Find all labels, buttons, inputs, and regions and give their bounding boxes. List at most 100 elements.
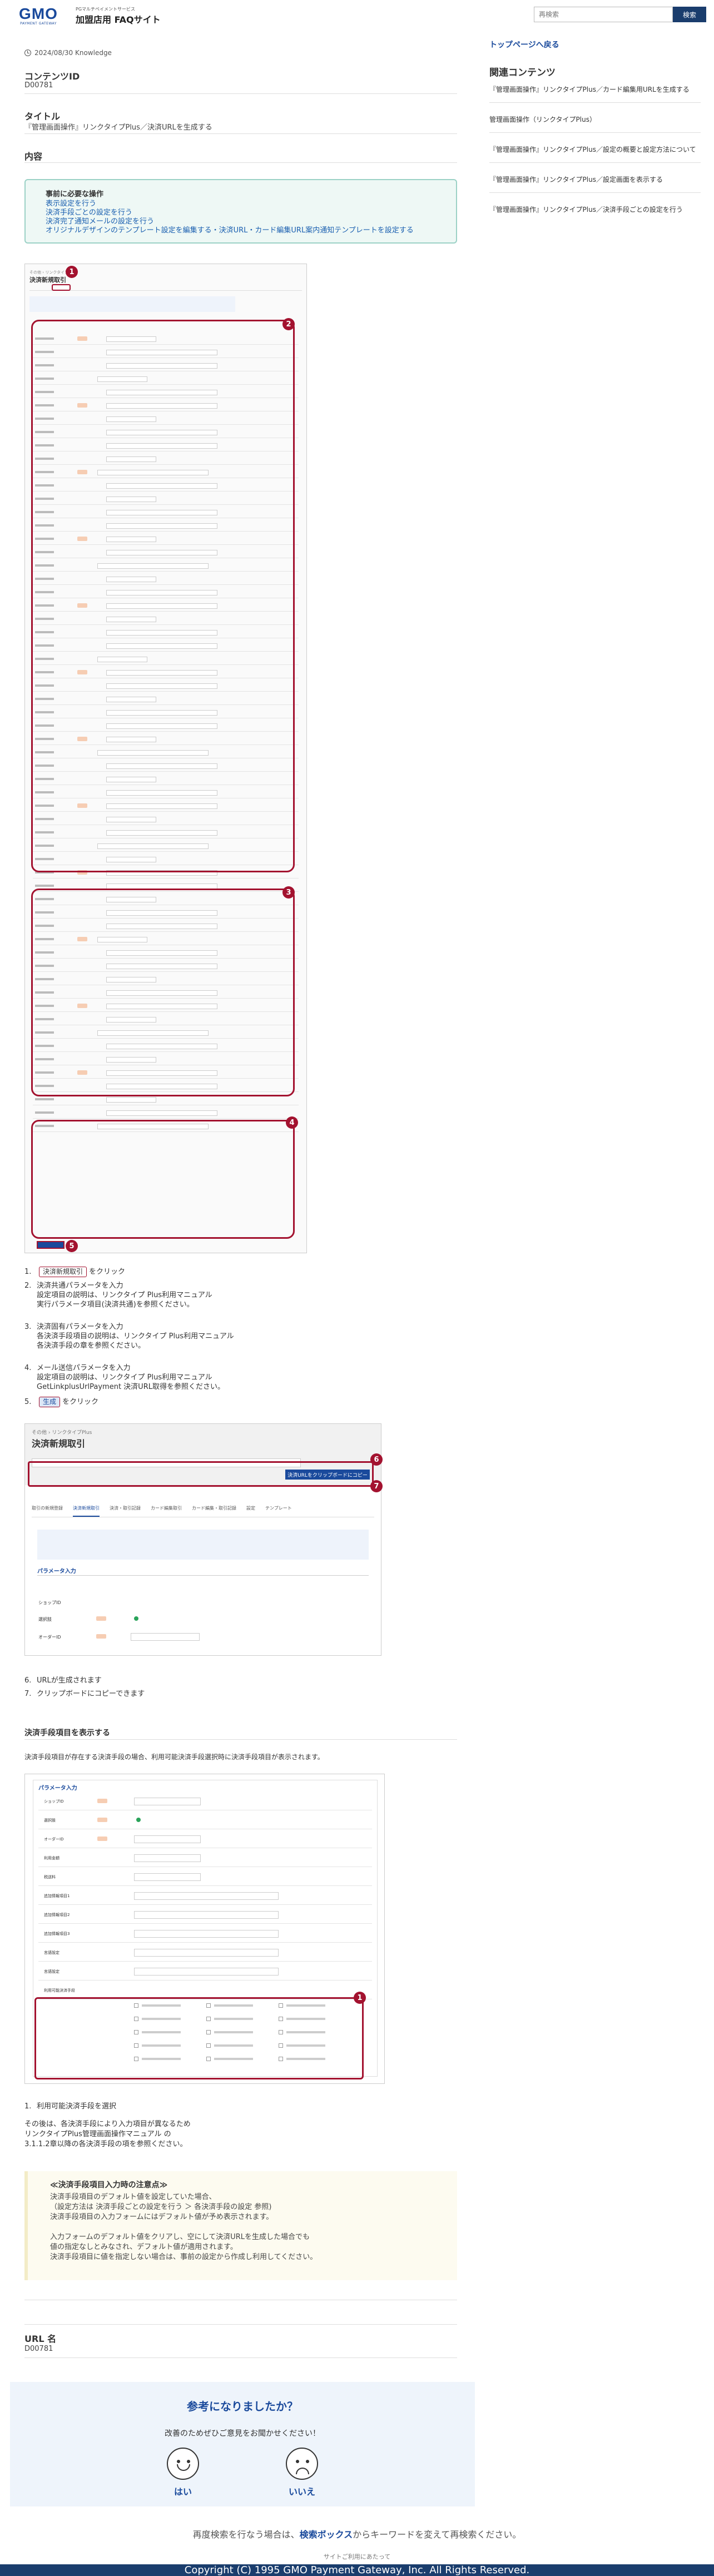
shot-row-label: 追加情報項目1 (44, 1894, 70, 1898)
form-row-line (33, 1118, 299, 1119)
form-row-line (38, 1923, 372, 1924)
site-usage-link[interactable]: サイトご利用にあたって (0, 2552, 714, 2561)
shot-divider (37, 1575, 369, 1576)
related-link[interactable]: 『管理画面操作』リンクタイプPlus／設定の概要と設定方法について (489, 145, 701, 154)
form-field (134, 1892, 279, 1900)
prerequisite-title: 事前に必要な操作 (46, 190, 104, 198)
toc-link[interactable]: 決済手段ごとの設定を行う (46, 209, 436, 217)
divider (24, 162, 457, 163)
step-4: 4. メール送信パラメータを入力 設定項目の説明は、リンクタイプ Plus利用マニ… (24, 1363, 225, 1392)
step-badge: 5 (66, 1240, 78, 1252)
shot-row-label: 言語設定 (44, 1950, 60, 1955)
url-name-value: D00781 (24, 2345, 53, 2353)
step-select-method: 1. 利用可能決済手段を選択 (24, 2102, 116, 2111)
step-text: 決済固有パラメータを入力 (37, 1323, 123, 1331)
form-label-bar (35, 885, 54, 887)
toc-link[interactable]: 表示設定を行う (46, 200, 436, 209)
shot-row-label: ショップID (44, 1799, 64, 1804)
shot-row-label: 追加情報項目2 (44, 1913, 70, 1917)
step-text: 利用可能決済手段を選択 (37, 2102, 117, 2111)
section-title: 決済手段項目を表示する (24, 1729, 110, 1738)
step-num: 6. (24, 1676, 32, 1685)
feedback-subtitle: 改善のためぜひご意見をお聞かせください！ (165, 2429, 320, 2438)
form-field (134, 1949, 279, 1957)
after-text: リンクタイプPlus管理画面操作マニュアル の (24, 2130, 171, 2138)
back-to-top-link[interactable]: トップページへ戻る (489, 39, 559, 50)
eye (306, 2460, 309, 2463)
caution-note: ≪決済手段項目入力時の注意点≫ 決済手段項目のデフォルト値を設定していた場合、 … (24, 2171, 457, 2280)
eye (187, 2460, 190, 2463)
shot-row-label: オーダーID (38, 1635, 61, 1640)
step-text: をクリック (62, 1398, 99, 1406)
related-link[interactable]: 『管理画面操作』リンクタイプPlus／設定画面を表示する (489, 175, 701, 184)
step-text: 各決済手段の章を参照ください。 (37, 1342, 146, 1350)
shot-section: パラメータ入力 (38, 1785, 77, 1791)
article-date: 2024/08/30 Knowledge (24, 49, 112, 57)
step-badge: 1 (354, 1992, 366, 2004)
related-link[interactable]: 『管理画面操作』リンクタイプPlus／カード編集用URLを生成する (489, 85, 701, 94)
step-text: 実行パラメータ項目(決済共通)を参照ください。 (37, 1301, 194, 1309)
required-tag (96, 1634, 106, 1639)
feedback-no[interactable]: いいえ (280, 2484, 324, 2498)
shot-row-label: 利用金額 (44, 1856, 60, 1860)
form-row-line (38, 1885, 372, 1886)
feedback-yes[interactable]: はい (161, 2484, 205, 2498)
gmo-logo[interactable]: GMO PAYMENT GATEWAY (8, 4, 69, 27)
note-title: ≪決済手段項目入力時の注意点≫ (50, 2181, 168, 2190)
section-desc: 決済手段項目が存在する決済手段の場合、利用可能決済手段選択時に決済手段項目が表示… (24, 1753, 324, 1761)
form-label-bar (35, 1111, 54, 1114)
shot-row-label: 言語設定 (44, 1969, 60, 1974)
retry-prefix: 再度検索を行なう場合は、 (192, 2529, 300, 2540)
related-link[interactable]: 管理画面操作（リンクタイプPlus） (489, 115, 701, 124)
retry-suffix: からキーワードを変えて再検索ください。 (353, 2529, 522, 2540)
form-field (134, 1930, 279, 1938)
retry-bold: 検索ボックス (299, 2529, 353, 2540)
form-row-line (38, 1980, 372, 1981)
divider (24, 1739, 457, 1740)
step-num: 7. (24, 1690, 32, 1698)
step-text: 各決済手段項目の説明は、リンクタイプ Plus利用マニュアル (37, 1332, 234, 1341)
step-text: 決済共通パラメータを入力 (37, 1282, 123, 1290)
form-field (106, 1110, 217, 1116)
logo-mark: GMO (19, 4, 58, 22)
screenshot-url-generated: その他 › リンクタイプPlus 決済新規取引 決済URLをクリップボードにコピ… (24, 1423, 381, 1656)
shot-info (37, 1530, 369, 1560)
toc-link[interactable]: 決済完了通知メールの設定を行う (46, 217, 436, 226)
clock-icon (24, 49, 31, 56)
date-text: 2024/08/30 Knowledge (34, 49, 112, 57)
form-row-line (38, 1961, 372, 1962)
highlight-payment-methods (34, 1997, 364, 2079)
step-3: 3. 決済固有パラメータを入力 各決済手段項目の説明は、リンクタイプ Plus利用… (24, 1322, 234, 1351)
sad-face-icon[interactable] (286, 2448, 318, 2480)
step-badge: 7 (370, 1480, 383, 1492)
search-button[interactable]: 検索 (673, 7, 706, 22)
step-badge: 4 (286, 1116, 298, 1129)
shot-breadcrumb: その他 › リンクタイプPlus (32, 1430, 92, 1436)
eye (177, 2460, 180, 2463)
step-badge: 3 (282, 886, 295, 899)
site-tag: PGマルチペイメントサービス (76, 6, 136, 12)
highlight-common-params (31, 320, 295, 872)
prerequisite-box: 事前に必要な操作 表示設定を行う 決済手段ごとの設定を行う 決済完了通知メールの… (24, 179, 457, 244)
mouth (177, 2464, 190, 2471)
step-7: 7. クリップボードにコピーできます (24, 1689, 145, 1699)
footer: Copyright (C) 1995 GMO Payment Gateway, … (0, 2564, 714, 2576)
note-line: 入力フォームのデフォルト値をクリアし、空にして決済URLを生成した場合でも (50, 2233, 310, 2241)
related-link[interactable]: 『管理画面操作』リンクタイプPlus／決済手段ごとの設定を行う (489, 205, 701, 214)
shot-heading: 決済新規取引 (32, 1438, 86, 1449)
divider (24, 93, 457, 94)
happy-face-icon[interactable] (167, 2448, 199, 2480)
required-tag (96, 1616, 106, 1621)
required-tag (97, 1837, 107, 1841)
search-input[interactable] (534, 7, 673, 22)
generate-chip: 生成 (39, 1397, 61, 1407)
content-id-label: コンテンツID (24, 71, 80, 82)
toc-link[interactable]: オリジナルデザインのテンプレート設定を編集する・決済URL・カード編集URL案内… (46, 226, 436, 235)
new-transaction-chip: 決済新規取引 (39, 1267, 87, 1277)
radio-selected (134, 1616, 138, 1621)
form-field (134, 1798, 201, 1805)
site-title[interactable]: PGマルチペイメントサービス 加盟店用 FAQサイト (76, 6, 161, 26)
step-text: URLが生成されます (37, 1676, 102, 1685)
highlight-url (28, 1461, 374, 1487)
step-badge: 1 (66, 266, 78, 278)
